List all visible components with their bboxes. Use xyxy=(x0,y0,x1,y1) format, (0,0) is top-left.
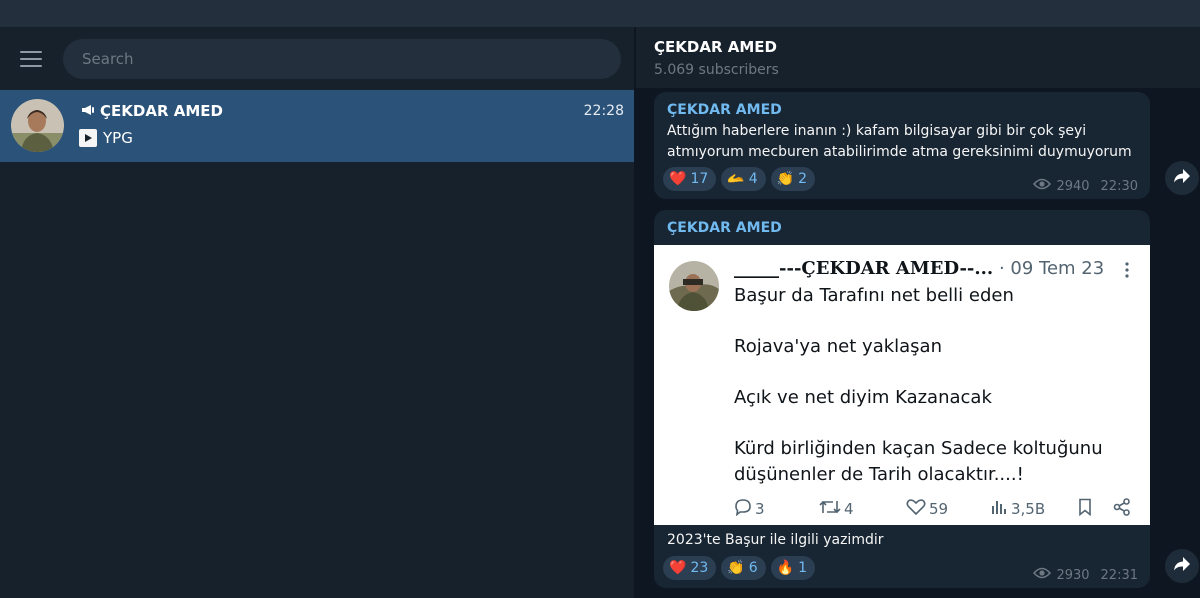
tweet-like: 59 xyxy=(906,498,948,520)
message-sender: ÇEKDAR AMED xyxy=(667,102,782,118)
forward-button[interactable] xyxy=(1165,161,1199,195)
retweet-icon xyxy=(819,498,841,520)
reaction-clap[interactable]: 👏 6 xyxy=(721,556,766,580)
message-time: 22:31 xyxy=(1100,567,1138,583)
message-sender: ÇEKDAR AMED xyxy=(667,220,782,236)
reaction-count: 4 xyxy=(748,171,758,187)
reaction-count: 17 xyxy=(690,171,709,187)
fire-emoji-icon: 🔥 xyxy=(776,560,795,576)
eye-icon xyxy=(1033,567,1052,583)
tweet-views: 3,5B xyxy=(990,498,1045,520)
megaphone-icon xyxy=(81,102,95,120)
message-time: 22:30 xyxy=(1100,178,1138,194)
reaction-count: 23 xyxy=(690,560,709,576)
chat-preview-text: YPG xyxy=(103,129,133,147)
eye-icon xyxy=(1033,178,1052,194)
more-options-icon[interactable] xyxy=(1124,261,1130,283)
reaction-count: 6 xyxy=(748,560,758,576)
message-meta: 2930 22:31 xyxy=(1033,567,1138,583)
reaction-heart[interactable]: ❤️ 23 xyxy=(663,556,717,580)
share-icon xyxy=(1113,498,1131,516)
reaction-clap[interactable]: 👏 2 xyxy=(770,167,815,191)
retweet-count: 4 xyxy=(844,500,854,518)
heart-emoji-icon: ❤️ xyxy=(669,171,687,187)
tweet-body: Başur da Tarafını net belli eden Rojava'… xyxy=(734,285,1103,485)
view-count: 2940 xyxy=(1056,178,1090,194)
reaction-hand[interactable]: 🫴 4 xyxy=(721,167,766,191)
reaction-bar: ❤️ 17 🫴 4 👏 2 xyxy=(663,167,815,191)
reply-count: 3 xyxy=(755,500,765,518)
chat-list-item[interactable]: ÇEKDAR AMED 22:28 YPG xyxy=(0,90,634,162)
reaction-bar: ❤️ 23 👏 6 🔥 1 xyxy=(663,556,815,580)
message-bubble[interactable]: ÇEKDAR AMED Attığım haberlere inanın :) … xyxy=(654,92,1150,199)
heart-emoji-icon: ❤️ xyxy=(669,560,687,576)
tweet-view-count: 3,5B xyxy=(1011,500,1046,518)
chat-panel: ÇEKDAR AMED 5.069 subscribers ÇEKDAR AME… xyxy=(636,27,1200,598)
chat-header[interactable]: ÇEKDAR AMED 5.069 subscribers xyxy=(636,27,1200,88)
clap-emoji-icon: 👏 xyxy=(727,560,745,576)
view-count: 2930 xyxy=(1056,567,1090,583)
chat-list-sidebar: ÇEKDAR AMED 22:28 YPG xyxy=(0,27,634,598)
tweet-reply: 3 xyxy=(734,498,765,520)
window-titlebar xyxy=(0,0,1200,27)
like-count: 59 xyxy=(929,500,949,518)
forward-icon xyxy=(1173,168,1191,188)
search-input[interactable] xyxy=(63,39,621,79)
heart-outline-icon xyxy=(906,498,926,520)
reaction-count: 1 xyxy=(798,560,807,576)
menu-icon[interactable] xyxy=(20,51,42,67)
message-bubble[interactable]: ÇEKDAR AMED _____---ÇEKDAR AMED--... · 0… xyxy=(654,210,1150,588)
tweet-actions: 3 4 59 3,5B xyxy=(734,498,1144,518)
message-text-line: atmıyorum mecburen atabilirimde atma ger… xyxy=(667,144,1132,160)
tweet-screenshot[interactable]: _____---ÇEKDAR AMED--... · 09 Tem 23 Baş… xyxy=(654,245,1150,525)
chat-preview: YPG xyxy=(79,129,133,147)
reply-icon xyxy=(734,498,752,520)
message-text-line: Attığım haberlere inanın :) kafam bilgis… xyxy=(667,123,1087,139)
tweet-display-name: _____---ÇEKDAR AMED--... xyxy=(734,258,994,279)
bookmark-icon xyxy=(1077,498,1093,516)
tweet-retweet: 4 xyxy=(819,498,854,520)
analytics-icon xyxy=(990,498,1008,520)
tweet-header: _____---ÇEKDAR AMED--... · 09 Tem 23 xyxy=(734,258,1104,279)
channel-title: ÇEKDAR AMED xyxy=(654,38,777,56)
message-caption: 2023'te Başur ile ilgili yazimdir xyxy=(667,532,884,548)
tweet-avatar xyxy=(669,261,719,311)
chat-time: 22:28 xyxy=(583,103,624,119)
video-play-icon xyxy=(79,129,97,147)
chat-name: ÇEKDAR AMED xyxy=(81,102,223,120)
message-meta: 2940 22:30 xyxy=(1033,178,1138,194)
search-box[interactable] xyxy=(63,39,621,79)
clap-emoji-icon: 👏 xyxy=(776,171,795,187)
subscriber-count: 5.069 subscribers xyxy=(654,62,779,78)
reaction-fire[interactable]: 🔥 1 xyxy=(770,556,815,580)
reaction-heart[interactable]: ❤️ 17 xyxy=(663,167,717,191)
hand-emoji-icon: 🫴 xyxy=(727,171,745,187)
tweet-date: · 09 Tem 23 xyxy=(998,258,1105,279)
reaction-count: 2 xyxy=(798,171,807,187)
forward-button[interactable] xyxy=(1165,549,1199,583)
avatar xyxy=(11,99,64,152)
chat-name-label: ÇEKDAR AMED xyxy=(100,102,223,120)
forward-icon xyxy=(1173,556,1191,576)
